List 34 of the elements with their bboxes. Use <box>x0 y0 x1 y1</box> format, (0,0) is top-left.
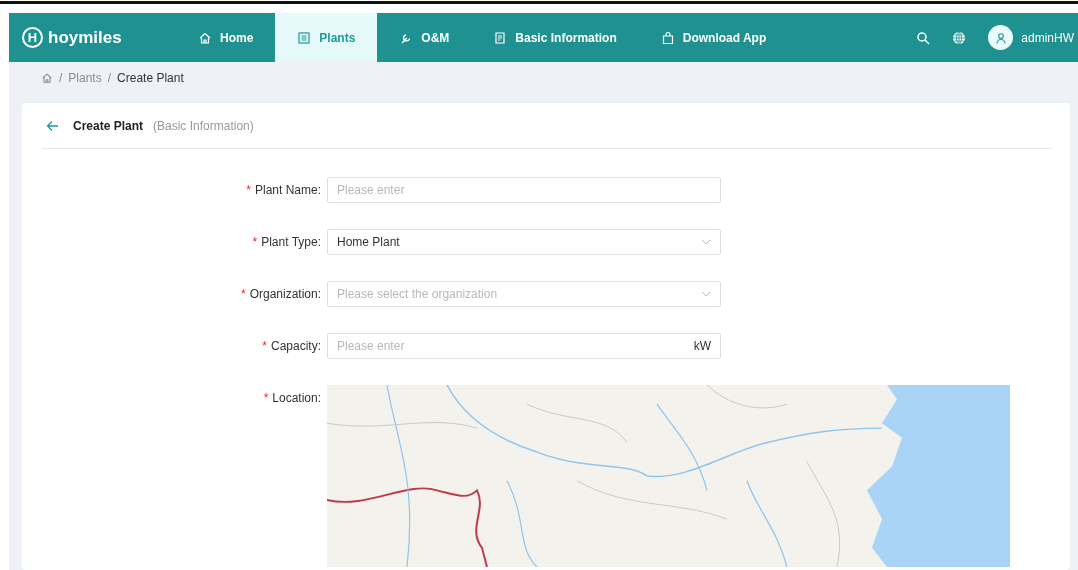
bag-icon <box>660 30 675 45</box>
nav-tab[interactable]: Basic Information <box>471 13 639 62</box>
input-field[interactable]: Please enter kW <box>327 333 721 359</box>
nav-tab[interactable]: Plants <box>275 13 378 62</box>
page-title: Create Plant <box>73 118 144 133</box>
chevron-down-icon <box>701 289 711 299</box>
logo-text: hoymiles <box>48 27 122 48</box>
search-icon[interactable] <box>916 30 931 45</box>
nav-tab[interactable]: O&M <box>377 13 472 62</box>
logo-mark: H <box>22 27 43 48</box>
nav-tab[interactable]: Download App <box>638 13 789 62</box>
input-field[interactable]: Please enter <box>327 177 721 203</box>
home-icon <box>198 30 212 45</box>
breadcrumb-separator: / <box>107 71 112 85</box>
breadcrumb-link[interactable]: Plants <box>68 71 102 85</box>
field-label: * Capacity: <box>261 338 321 355</box>
select-field[interactable]: Please select the organization <box>327 281 721 307</box>
home-icon[interactable] <box>41 72 53 84</box>
user-name[interactable]: adminHW <box>1021 30 1074 45</box>
globe-icon[interactable] <box>952 30 967 45</box>
field-label: * Plant Type: <box>251 234 321 251</box>
back-arrow-icon[interactable] <box>46 119 59 132</box>
field-label: * Plant Name: <box>245 182 321 199</box>
avatar[interactable] <box>988 25 1014 50</box>
breadcrumb-separator: / <box>59 71 63 85</box>
field-label: * Organization: <box>239 286 321 303</box>
nav-tab[interactable]: Home <box>176 13 276 62</box>
list-icon <box>297 30 312 45</box>
field-label: * Location: <box>262 390 321 407</box>
select-field[interactable]: Home Plant <box>327 229 721 255</box>
chevron-down-icon <box>701 237 711 247</box>
page-subtitle: (Basic Information) <box>153 118 254 133</box>
document-icon <box>493 30 508 45</box>
breadcrumb-current: Create Plant <box>117 71 184 85</box>
